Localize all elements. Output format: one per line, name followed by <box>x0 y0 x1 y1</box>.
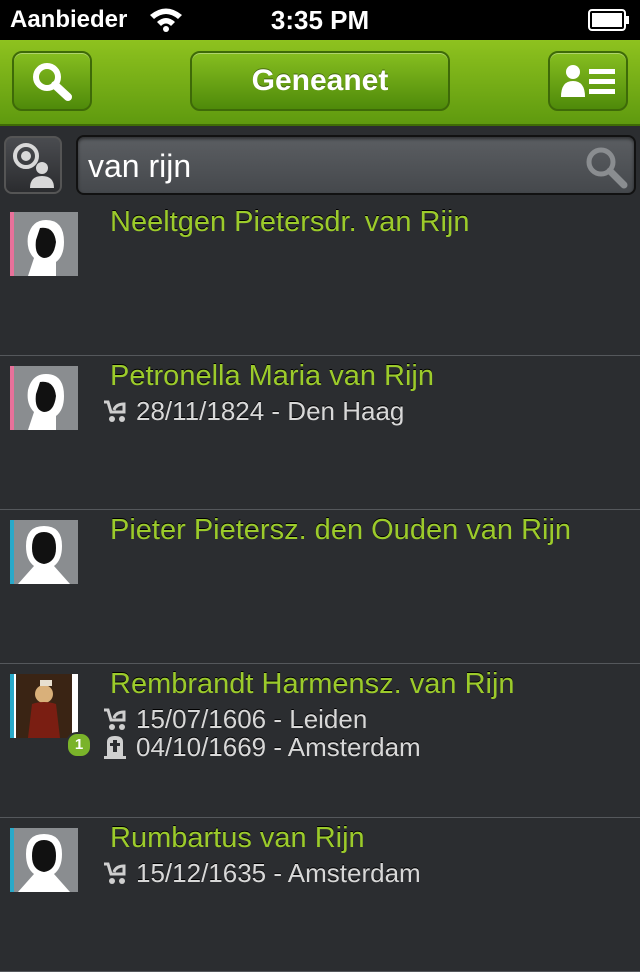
person-name: Rumbartus van Rijn <box>110 822 365 854</box>
person-name: Rembrandt Harmensz. van Rijn <box>110 668 515 700</box>
status-bar: Aanbieder 3:35 PM <box>0 0 640 40</box>
male-avatar-icon <box>10 520 78 584</box>
stroller-icon <box>104 862 126 884</box>
sex-indicator <box>10 366 14 430</box>
death-text: 04/10/1669 - Amsterdam <box>136 732 421 762</box>
search-scope-button[interactable] <box>4 136 62 194</box>
person-name: Neeltgen Pietersdr. van Rijn <box>110 206 470 238</box>
app-title-button[interactable]: Geneanet <box>190 51 450 111</box>
result-row[interactable]: Pieter Pietersz. den Ouden van Rijn <box>0 510 640 664</box>
tombstone-icon <box>104 736 126 759</box>
search-bar <box>0 126 640 202</box>
sex-indicator <box>10 674 14 738</box>
sex-indicator <box>10 520 14 584</box>
birth-event: 15/12/1635 - Amsterdam <box>102 858 421 889</box>
result-row[interactable]: Neeltgen Pietersdr. van Rijn <box>0 202 640 356</box>
result-row[interactable]: 1 Rembrandt Harmensz. van Rijn 15/07/160… <box>0 664 640 818</box>
search-field[interactable] <box>76 135 636 195</box>
search-button[interactable] <box>12 51 92 111</box>
birth-event: 15/07/1606 - Leiden <box>102 704 367 735</box>
media-count-badge: 1 <box>66 732 92 758</box>
person-name: Pieter Pietersz. den Ouden van Rijn <box>110 514 572 546</box>
result-row[interactable]: Rumbartus van Rijn 15/12/1635 - Amsterda… <box>0 818 640 972</box>
person-name: Petronella Maria van Rijn <box>110 360 434 392</box>
results-list: Neeltgen Pietersdr. van Rijn Petronella … <box>0 202 640 972</box>
search-input[interactable] <box>86 143 580 189</box>
female-avatar-icon <box>10 366 78 430</box>
sex-indicator <box>10 828 14 892</box>
navigation-bar: Geneanet <box>0 40 640 126</box>
portrait-photo <box>10 674 78 738</box>
birth-text: 15/07/1606 - Leiden <box>136 704 368 734</box>
female-avatar-icon <box>10 212 78 276</box>
person-list-icon <box>561 65 615 97</box>
death-event: 04/10/1669 - Amsterdam <box>102 732 421 763</box>
sex-indicator <box>10 212 14 276</box>
contacts-button[interactable] <box>548 51 628 111</box>
search-icon <box>586 147 628 189</box>
birth-text: 15/12/1635 - Amsterdam <box>136 858 421 888</box>
clock: 3:35 PM <box>270 5 370 35</box>
stroller-icon <box>104 400 126 422</box>
male-avatar-icon <box>10 828 78 892</box>
battery-icon <box>588 9 630 36</box>
person-search-icon <box>13 143 54 188</box>
magnifier-icon <box>33 63 72 101</box>
birth-text: 28/11/1824 - Den Haag <box>136 396 405 426</box>
stroller-icon <box>104 708 126 730</box>
result-row[interactable]: Petronella Maria van Rijn 28/11/1824 - D… <box>0 356 640 510</box>
birth-event: 28/11/1824 - Den Haag <box>102 396 404 427</box>
